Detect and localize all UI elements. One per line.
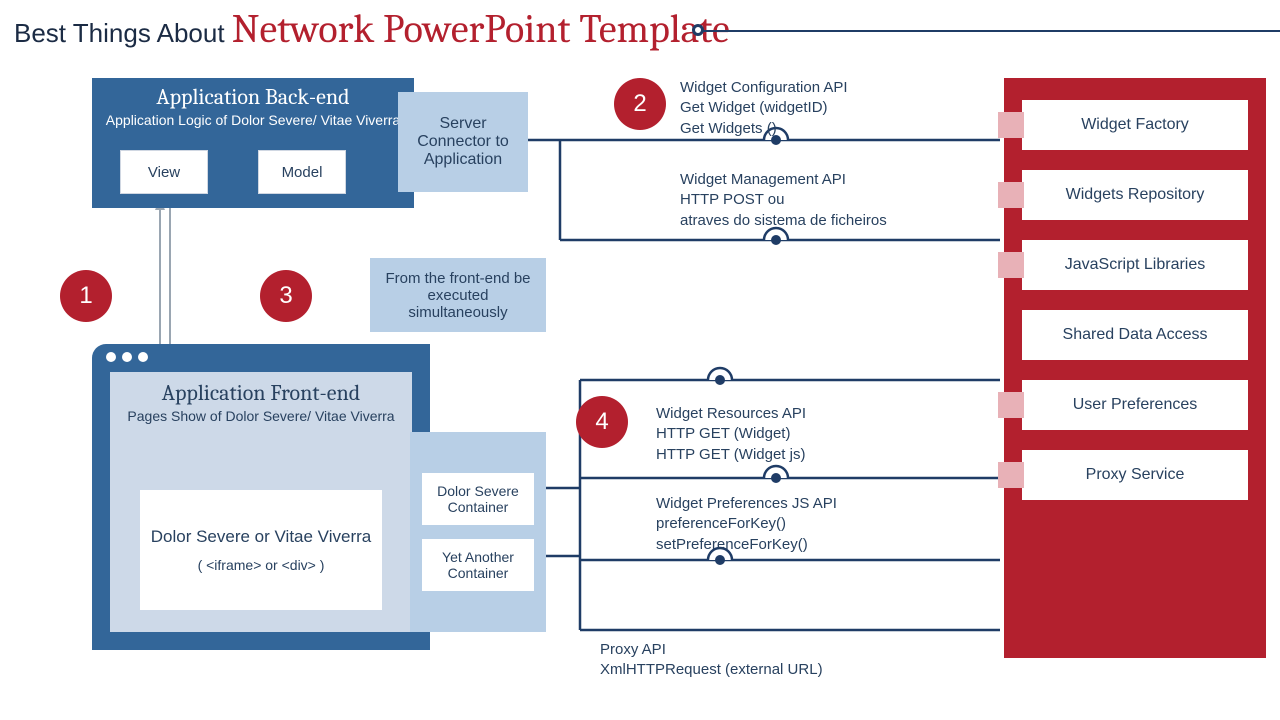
- connector-tab-icon: [998, 462, 1024, 488]
- frontend-content-box: Dolor Severe or Vitae Viverra ( <iframe>…: [140, 490, 382, 610]
- frontend-inner: Application Front-end Pages Show of Dolo…: [110, 372, 412, 632]
- badge-3: 3: [260, 270, 312, 322]
- connector-tab-icon: [998, 252, 1024, 278]
- frontend-content-main: Dolor Severe or Vitae Viverra: [151, 527, 371, 547]
- title-rule-dot-icon: [692, 24, 704, 36]
- api-proxy: Proxy API XmlHTTPRequest (external URL): [600, 640, 823, 681]
- frontend-content-sub: ( <iframe> or <div> ): [198, 557, 325, 573]
- server-connector-box: Server Connector to Application: [398, 92, 528, 192]
- title-rule: [700, 30, 1280, 32]
- frontend-heading: Application Front-end: [110, 380, 412, 406]
- window-dots-icon: [106, 352, 148, 362]
- frontend-window: Application Front-end Pages Show of Dolo…: [92, 344, 430, 650]
- service-widgets-repository: Widgets Repository: [1022, 170, 1248, 220]
- api-widget-resources: Widget Resources API HTTP GET (Widget) H…: [656, 404, 806, 465]
- api-widget-prefs: Widget Preferences JS API preferenceForK…: [656, 494, 837, 555]
- backend-subtitle: Application Logic of Dolor Severe/ Vitae…: [92, 112, 414, 128]
- connector-tab-icon: [998, 182, 1024, 208]
- title-prefix: Best Things About: [14, 18, 232, 48]
- service-widget-factory: Widget Factory: [1022, 100, 1248, 150]
- backend-view-box: View: [120, 150, 208, 194]
- slide-title: Best Things About Network PowerPoint Tem…: [14, 6, 730, 52]
- frontend-subtitle: Pages Show of Dolor Severe/ Vitae Viverr…: [110, 408, 412, 424]
- connector-tab-icon: [998, 112, 1024, 138]
- connector-tab-icon: [998, 392, 1024, 418]
- container-box-2: Yet Another Container: [422, 539, 534, 591]
- service-proxy-service: Proxy Service: [1022, 450, 1248, 500]
- badge-1: 1: [60, 270, 112, 322]
- container-box-1: Dolor Severe Container: [422, 473, 534, 525]
- title-accent: Network PowerPoint Template: [232, 6, 730, 52]
- frontend-exec-note: From the front-end be executed simultane…: [370, 258, 546, 332]
- service-user-preferences: User Preferences: [1022, 380, 1248, 430]
- badge-2: 2: [614, 78, 666, 130]
- backend-model-box: Model: [258, 150, 346, 194]
- badge-4: 4: [576, 396, 628, 448]
- backend-heading: Application Back-end: [92, 84, 414, 110]
- api-widget-config: Widget Configuration API Get Widget (wid…: [680, 78, 848, 139]
- service-shared-data-access: Shared Data Access: [1022, 310, 1248, 360]
- service-js-libraries: JavaScript Libraries: [1022, 240, 1248, 290]
- containers-column: Dolor Severe Container Yet Another Conta…: [410, 432, 546, 632]
- right-services-panel: Widget Factory Widgets Repository JavaSc…: [1004, 78, 1266, 658]
- api-widget-mgmt: Widget Management API HTTP POST ou atrav…: [680, 170, 887, 231]
